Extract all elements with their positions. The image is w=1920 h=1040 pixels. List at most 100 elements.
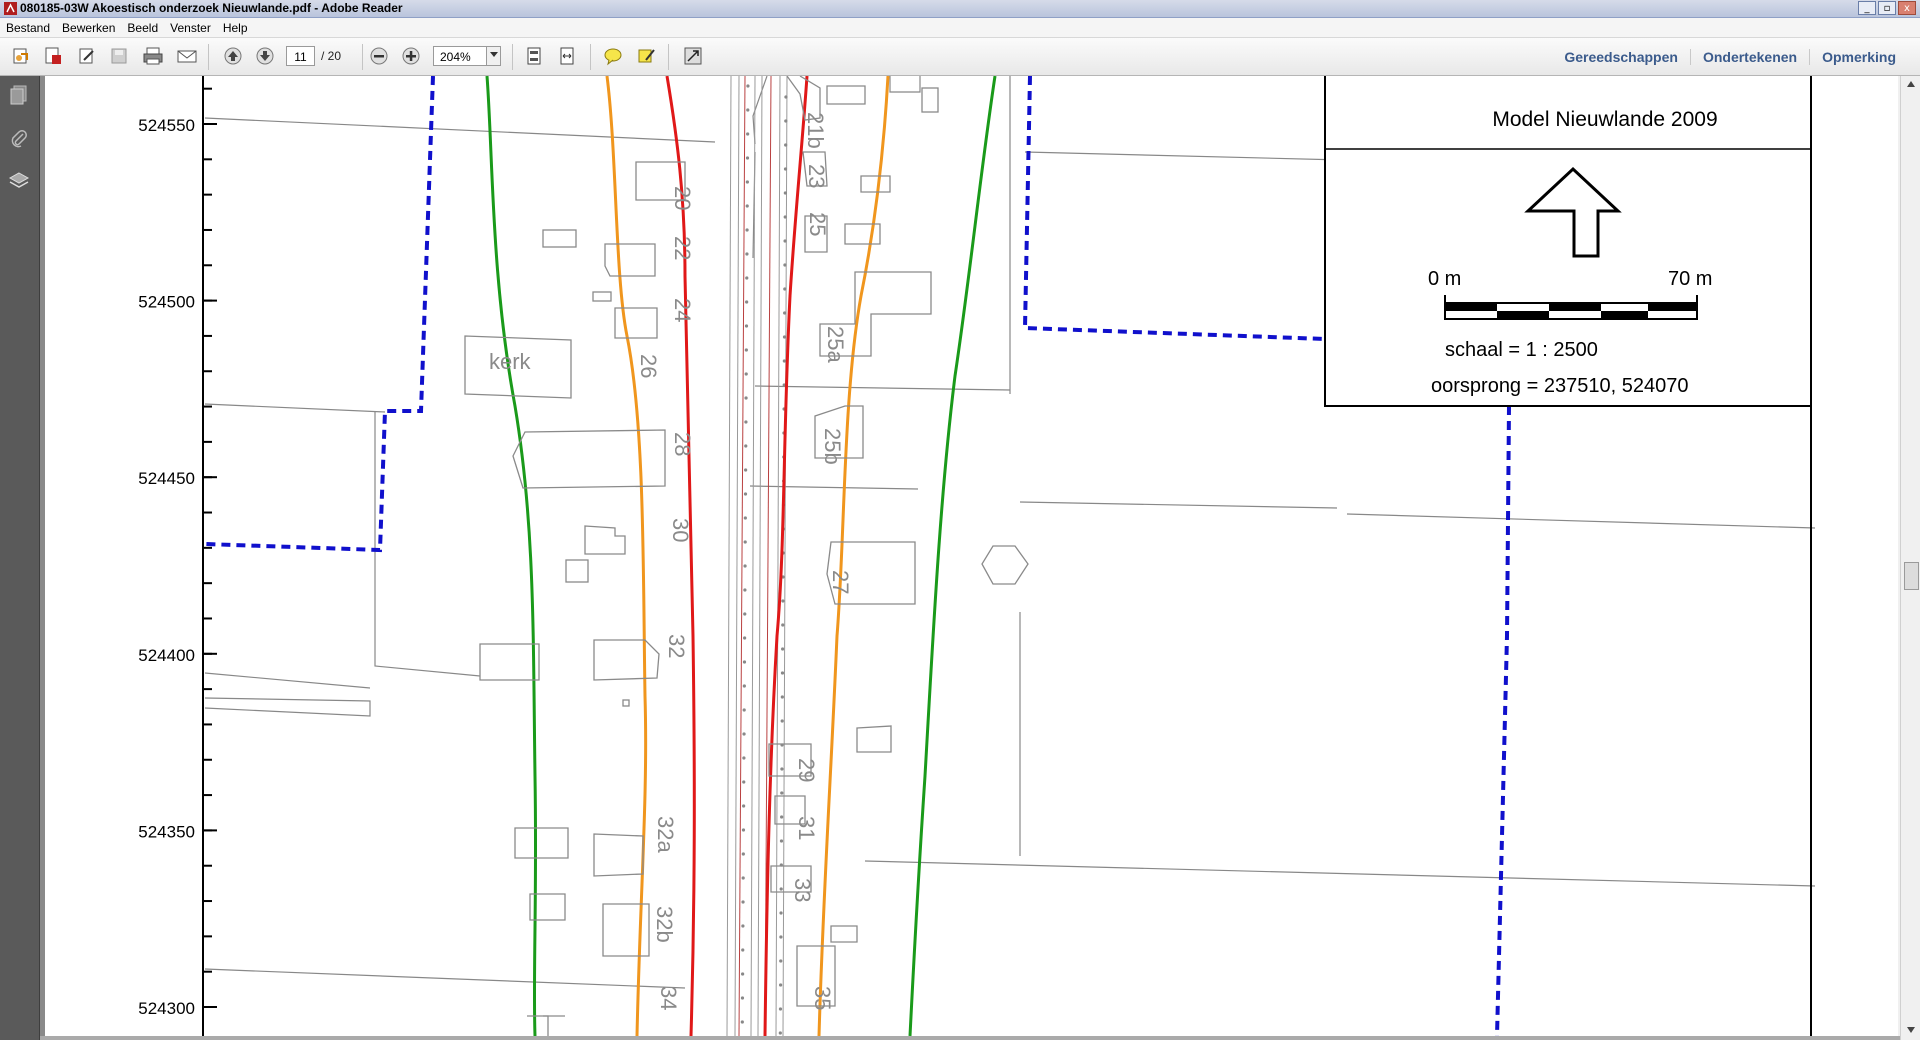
road-marking-dot: [782, 335, 787, 339]
road-marking-dot: [743, 516, 747, 520]
road-marking-dot: [783, 167, 788, 171]
road-marking-dot: [744, 372, 748, 376]
road-marking-dot: [744, 468, 748, 472]
fullscreen-button[interactable]: [680, 44, 706, 68]
road-marking-dot: [742, 708, 746, 712]
scale-end-label: 70 m: [1668, 268, 1712, 290]
road-marking-dot: [745, 300, 749, 304]
fit-page-button[interactable]: [521, 44, 547, 68]
menu-help[interactable]: Help: [223, 21, 248, 35]
highlight-button[interactable]: [634, 44, 660, 68]
scroll-down-icon[interactable]: [1905, 1024, 1917, 1036]
toolbar: 11 / 20 204% Gereedschappen Ondertekenen…: [0, 38, 1920, 76]
road-marking-dot: [742, 732, 746, 736]
road-marking-dot: [744, 396, 748, 400]
label-kerk: kerk: [489, 349, 532, 374]
arrow-up-icon: [224, 47, 242, 65]
y-axis-major-ticks: 524550 524500 524450 524400 524350 524300: [138, 116, 217, 1018]
arrow-down-icon: [256, 47, 274, 65]
close-button[interactable]: x: [1898, 1, 1916, 15]
road-marking-dot: [741, 828, 746, 832]
house-number-32: 32: [664, 634, 689, 658]
house-number-24: 24: [670, 298, 695, 322]
adobe-reader-icon: [4, 2, 17, 15]
road-marking-dot: [746, 132, 750, 136]
road-marking-dot: [783, 215, 787, 219]
road-marking-dot: [743, 492, 748, 496]
menu-bestand[interactable]: Bestand: [6, 21, 50, 35]
road-marking-dot: [742, 660, 747, 664]
menu-bewerken[interactable]: Bewerken: [62, 21, 115, 35]
print-button[interactable]: [140, 44, 166, 68]
road-marking-dot: [740, 1020, 744, 1024]
page-total: / 20: [321, 49, 342, 63]
pages-icon[interactable]: [8, 84, 30, 106]
house-number-33: 33: [790, 878, 815, 902]
road-marking-dot: [784, 119, 788, 123]
road-marking-dot: [780, 695, 784, 699]
scrollbar-thumb[interactable]: [1904, 562, 1919, 590]
expand-icon: [684, 47, 702, 65]
map-legend: Model Nieuwlande 2009 0 m 70 m schaal = …: [1324, 76, 1812, 407]
toolbar-separator: [512, 44, 513, 70]
boundary-dashed-left: [204, 76, 435, 553]
page-number-input[interactable]: 11: [286, 46, 315, 66]
save-button[interactable]: [106, 44, 132, 68]
open-icon: [13, 48, 28, 64]
y-axis-tick-label: 524350: [138, 822, 195, 841]
restore-button[interactable]: ▫: [1878, 1, 1896, 15]
house-number-23: 23: [804, 164, 829, 188]
comment-link[interactable]: Opmerking: [1809, 48, 1908, 65]
contour-red-left: [665, 76, 696, 1036]
minimize-button[interactable]: _: [1858, 1, 1876, 15]
menu-beeld[interactable]: Beeld: [127, 21, 158, 35]
vertical-scrollbar[interactable]: [1900, 76, 1920, 1040]
attachment-icon[interactable]: [8, 128, 30, 150]
open-button[interactable]: [8, 44, 34, 68]
road-marking-dot: [743, 588, 747, 592]
road-marking-dot: [783, 239, 787, 243]
zoom-in-button[interactable]: [398, 44, 424, 68]
create-pdf-button[interactable]: [40, 44, 66, 68]
road-marking-dot: [780, 815, 784, 819]
edit-button[interactable]: [74, 44, 100, 68]
zoom-dropdown-button[interactable]: [486, 46, 501, 66]
comment-button[interactable]: [600, 44, 626, 68]
navigation-sidebar: [0, 76, 40, 1040]
fit-width-button[interactable]: [554, 44, 580, 68]
toolbar-separator: [208, 44, 209, 70]
zoom-out-button[interactable]: [366, 44, 392, 68]
house-number-25a: 25a: [823, 326, 848, 363]
road-marking-dot: [744, 420, 748, 424]
zoom-input[interactable]: 204%: [433, 46, 487, 66]
road-marking-dot: [783, 287, 787, 291]
road-marking-dot: [778, 1007, 783, 1011]
house-number-35: 35: [810, 986, 835, 1010]
road-marking-dot: [744, 324, 749, 328]
document-view[interactable]: 524550 524500 524450 524400 524350 524300: [45, 76, 1898, 1036]
layers-icon[interactable]: [8, 170, 30, 192]
road-marking-dot: [781, 647, 785, 651]
print-icon: [143, 47, 163, 65]
road-marking-dot: [779, 983, 783, 987]
previous-page-button[interactable]: [220, 44, 246, 68]
road-marking-dot: [743, 636, 747, 640]
road-marking-dot: [741, 924, 745, 928]
y-axis-tick-label: 524500: [138, 293, 195, 312]
road-marking-dot: [745, 180, 749, 184]
house-number-27: 27: [828, 570, 853, 594]
boundary-dashed-right-lower: [1495, 405, 1511, 1036]
road-marking-dot: [741, 876, 745, 880]
next-page-button[interactable]: [252, 44, 278, 68]
toolbar-separator: [668, 44, 669, 70]
house-number-22: 22: [670, 236, 695, 260]
scroll-up-icon[interactable]: [1905, 78, 1917, 90]
sign-link[interactable]: Ondertekenen: [1689, 48, 1809, 65]
tools-link[interactable]: Gereedschappen: [1552, 49, 1690, 65]
email-button[interactable]: [174, 44, 200, 68]
create-pdf-icon: [45, 47, 61, 64]
zoom-out-icon: [370, 47, 388, 65]
road-marking-dot: [745, 252, 749, 256]
menu-venster[interactable]: Venster: [170, 21, 211, 35]
y-axis-minor-ticks: [203, 87, 212, 1008]
